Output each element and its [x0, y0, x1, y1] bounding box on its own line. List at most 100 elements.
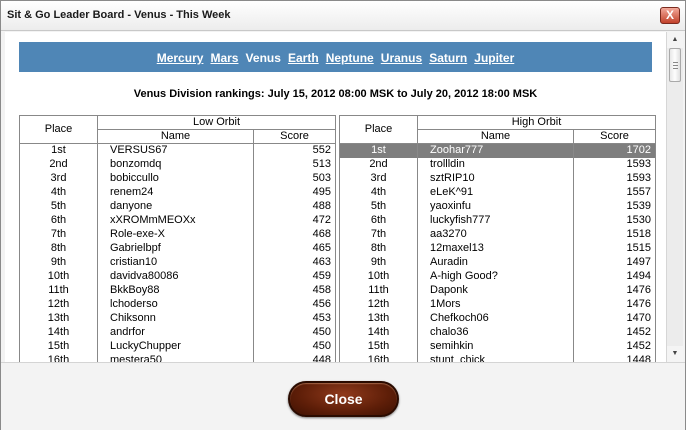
- score-cell: 1476: [573, 283, 656, 298]
- high-orbit-table: Place High Orbit Name Score 1st Zoohar777…: [339, 115, 656, 362]
- table-row[interactable]: 9th cristian10 463: [19, 255, 336, 270]
- player-name-cell: Chefkoch06: [417, 311, 574, 326]
- score-cell: 513: [253, 157, 336, 172]
- score-cell: 1518: [573, 227, 656, 242]
- scroll-up-icon[interactable]: ▲: [667, 32, 683, 48]
- player-name-cell: A-high Good?: [417, 269, 574, 284]
- table-row[interactable]: 14th chalo36 1452: [339, 325, 656, 340]
- score-cell: 488: [253, 199, 336, 214]
- place-cell: 9th: [339, 255, 418, 270]
- player-name-cell: cristian10: [97, 255, 254, 270]
- player-name-cell: Zoohar777: [417, 143, 574, 158]
- player-name-cell: mestera50: [97, 353, 254, 362]
- place-cell: 13th: [19, 311, 98, 326]
- nav-link-saturn[interactable]: Saturn: [429, 51, 467, 65]
- table-row[interactable]: 9th Auradin 1497: [339, 255, 656, 270]
- footer-bar: Close: [1, 362, 685, 430]
- table-row[interactable]: 4th renem24 495: [19, 185, 336, 200]
- score-cell: 468: [253, 227, 336, 242]
- table-row[interactable]: 16th stunt_chick 1448: [339, 353, 656, 362]
- table-row[interactable]: 11th Daponk 1476: [339, 283, 656, 298]
- place-cell: 12th: [339, 297, 418, 312]
- player-name-cell: bobiccullo: [97, 171, 254, 186]
- place-cell: 8th: [19, 241, 98, 256]
- close-button[interactable]: Close: [288, 381, 399, 417]
- player-name-cell: luckyfish777: [417, 213, 574, 228]
- score-cell: 503: [253, 171, 336, 186]
- table-row[interactable]: 8th Gabrielbpf 465: [19, 241, 336, 256]
- player-name-cell: VERSUS67: [97, 143, 254, 158]
- score-cell: 472: [253, 213, 336, 228]
- table-row[interactable]: 5th danyone 488: [19, 199, 336, 214]
- place-cell: 13th: [339, 311, 418, 326]
- low-orbit-group-header: Low Orbit: [97, 115, 336, 130]
- table-row[interactable]: 12th 1Mors 1476: [339, 297, 656, 312]
- table-row[interactable]: 11th BkkBoy88 458: [19, 283, 336, 298]
- place-cell: 12th: [19, 297, 98, 312]
- player-name-cell: danyone: [97, 199, 254, 214]
- score-cell: 456: [253, 297, 336, 312]
- score-cell: 1497: [573, 255, 656, 270]
- table-row[interactable]: 12th lchoderso 456: [19, 297, 336, 312]
- score-cell: 453: [253, 311, 336, 326]
- player-name-cell: xXROMmMEOXx: [97, 213, 254, 228]
- score-cell: 1452: [573, 339, 656, 354]
- nav-link-uranus[interactable]: Uranus: [381, 51, 422, 65]
- table-row[interactable]: 2nd bonzomdq 513: [19, 157, 336, 172]
- nav-link-venus: Venus: [245, 51, 281, 65]
- score-cell: 1452: [573, 325, 656, 340]
- place-cell: 7th: [339, 227, 418, 242]
- table-row[interactable]: 2nd trollldin 1593: [339, 157, 656, 172]
- table-row[interactable]: 13th Chefkoch06 1470: [339, 311, 656, 326]
- rankings-heading: Venus Division rankings: July 15, 2012 0…: [133, 88, 538, 100]
- place-cell: 2nd: [19, 157, 98, 172]
- table-row[interactable]: 15th semihkin 1452: [339, 339, 656, 354]
- place-cell: 16th: [339, 353, 418, 362]
- scroll-down-icon[interactable]: ▼: [667, 346, 683, 362]
- nav-link-mercury[interactable]: Mercury: [157, 51, 204, 65]
- scroll-thumb[interactable]: [669, 48, 681, 82]
- table-row[interactable]: 1st Zoohar777 1702: [339, 143, 656, 158]
- table-row[interactable]: 1st VERSUS67 552: [19, 143, 336, 158]
- place-cell: 1st: [19, 143, 98, 158]
- place-cell: 16th: [19, 353, 98, 362]
- table-row[interactable]: 8th 12maxel13 1515: [339, 241, 656, 256]
- leaderboard-window: Sit & Go Leader Board - Venus - This Wee…: [0, 0, 686, 430]
- nav-link-jupiter[interactable]: Jupiter: [474, 51, 514, 65]
- table-row[interactable]: 15th LuckyChupper 450: [19, 339, 336, 354]
- place-cell: 5th: [19, 199, 98, 214]
- place-cell: 4th: [19, 185, 98, 200]
- player-name-cell: BkkBoy88: [97, 283, 254, 298]
- nav-link-mars[interactable]: Mars: [210, 51, 238, 65]
- table-row[interactable]: 6th luckyfish777 1530: [339, 213, 656, 228]
- table-row[interactable]: 7th aa3270 1518: [339, 227, 656, 242]
- vertical-scrollbar[interactable]: ▲ ▼: [666, 32, 683, 362]
- table-row[interactable]: 10th davidva80086 459: [19, 269, 336, 284]
- place-cell: 5th: [339, 199, 418, 214]
- table-row[interactable]: 3rd bobiccullo 503: [19, 171, 336, 186]
- table-row[interactable]: 10th A-high Good? 1494: [339, 269, 656, 284]
- score-cell: 1593: [573, 171, 656, 186]
- window-title: Sit & Go Leader Board - Venus - This Wee…: [7, 9, 231, 21]
- content-area: Mercury Mars Venus Earth Neptune Uranus …: [5, 32, 666, 362]
- table-row[interactable]: 4th eLeK^91 1557: [339, 185, 656, 200]
- table-row[interactable]: 16th mestera50 448: [19, 353, 336, 362]
- player-name-cell: davidva80086: [97, 269, 254, 284]
- score-cell: 495: [253, 185, 336, 200]
- table-row[interactable]: 6th xXROMmMEOXx 472: [19, 213, 336, 228]
- player-name-cell: stunt_chick: [417, 353, 574, 362]
- place-cell: 14th: [19, 325, 98, 340]
- nav-link-earth[interactable]: Earth: [288, 51, 319, 65]
- table-row[interactable]: 5th yaoxinfu 1539: [339, 199, 656, 214]
- score-cell: 1448: [573, 353, 656, 362]
- player-name-cell: chalo36: [417, 325, 574, 340]
- table-row[interactable]: 14th andrfor 450: [19, 325, 336, 340]
- table-row[interactable]: 7th Role-exe-X 468: [19, 227, 336, 242]
- table-row[interactable]: 13th Chiksonn 453: [19, 311, 336, 326]
- score-cell: 1515: [573, 241, 656, 256]
- window-close-icon[interactable]: X: [660, 7, 680, 24]
- place-cell: 2nd: [339, 157, 418, 172]
- table-row[interactable]: 3rd sztRIP10 1593: [339, 171, 656, 186]
- title-bar[interactable]: Sit & Go Leader Board - Venus - This Wee…: [1, 1, 685, 31]
- nav-link-neptune[interactable]: Neptune: [326, 51, 374, 65]
